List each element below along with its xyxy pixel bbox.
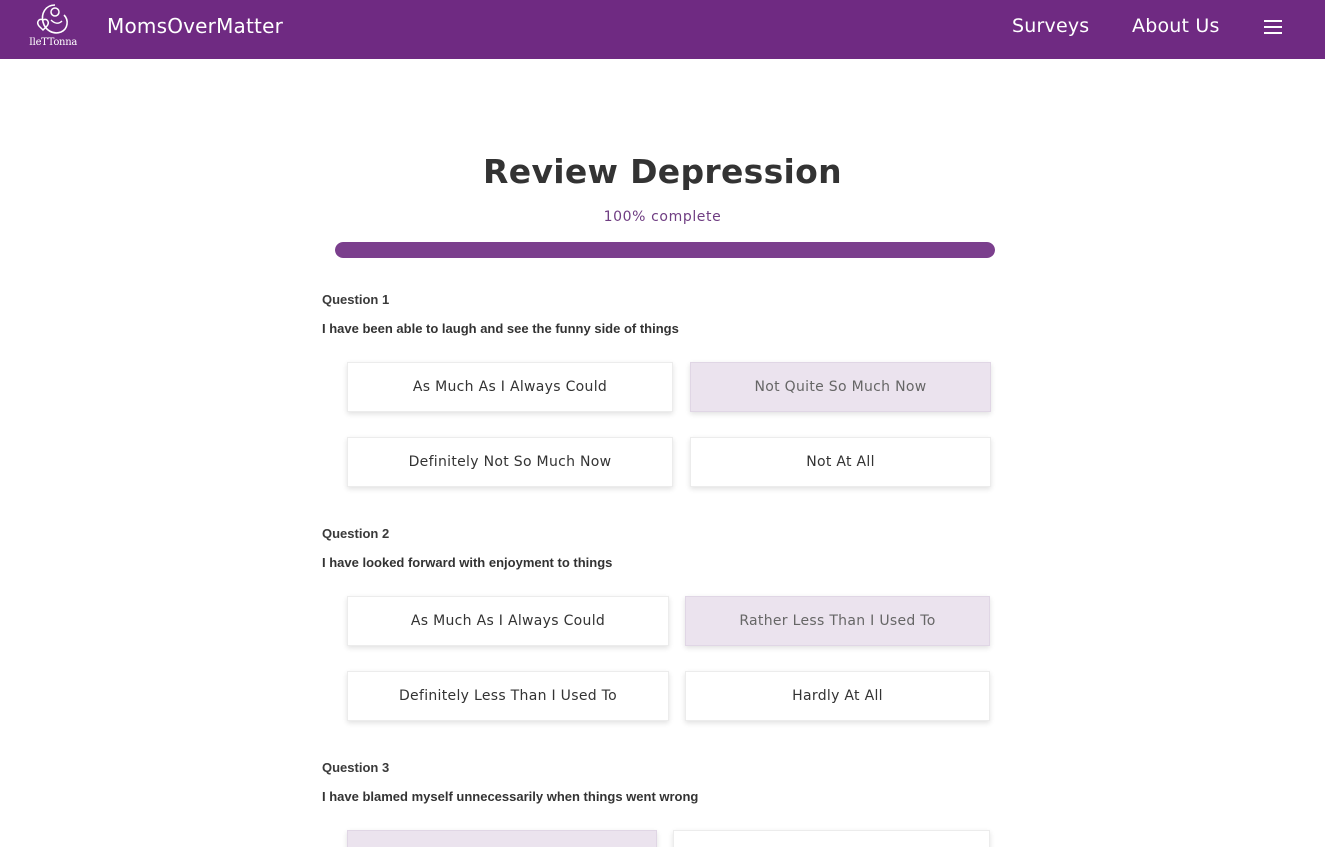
question-text: I have been able to laugh and see the fu… [322,321,679,336]
nav-link-about-us[interactable]: About Us [1132,15,1220,37]
nav-link-surveys[interactable]: Surveys [1012,15,1089,37]
answer-option[interactable]: Rather Less Than I Used To [685,596,990,646]
answer-option[interactable]: Hardly At All [685,671,990,721]
navbar: IleTTonna MomsOverMatter Surveys About U… [0,0,1325,59]
mother-baby-logo-icon [37,4,68,34]
logo[interactable]: IleTTonna [29,2,77,50]
answer-option[interactable]: Definitely Not So Much Now [347,437,673,487]
answer-option[interactable] [673,830,990,847]
question-1: Question 1 I have been able to laugh and… [322,292,1002,336]
answer-option[interactable] [347,830,657,847]
progress-bar [335,242,995,258]
question-2: Question 2 I have looked forward with en… [322,526,1002,570]
question-text: I have blamed myself unnecessarily when … [322,789,699,804]
brand-name[interactable]: MomsOverMatter [107,14,283,38]
answer-option[interactable]: As Much As I Always Could [347,362,673,412]
page-title: Review Depression [483,152,842,191]
answer-option[interactable]: As Much As I Always Could [347,596,669,646]
question-number: Question 1 [322,292,390,307]
answer-option[interactable]: Definitely Less Than I Used To [347,671,669,721]
logo-text: IleTTonna [29,37,77,48]
progress-fill [335,242,995,258]
question-number: Question 3 [322,760,390,775]
answer-option[interactable]: Not At All [690,437,991,487]
question-text: I have looked forward with enjoyment to … [322,555,613,570]
progress-label: 100% complete [603,209,722,225]
question-number: Question 2 [322,526,390,541]
answer-option[interactable]: Not Quite So Much Now [690,362,991,412]
hamburger-menu-icon[interactable] [1264,20,1282,34]
question-3: Question 3 I have blamed myself unnecess… [322,760,1002,804]
